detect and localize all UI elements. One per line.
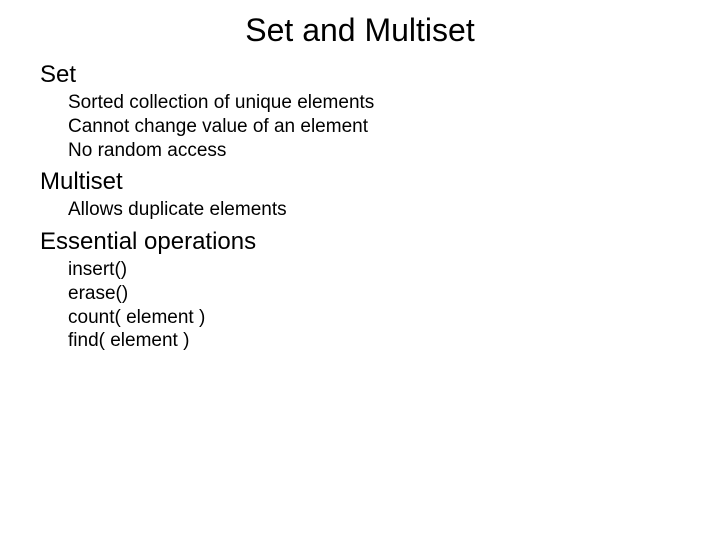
- slide-title: Set and Multiset: [0, 0, 720, 59]
- heading-set: Set: [40, 61, 720, 89]
- list-item: find( element ): [68, 329, 720, 353]
- multiset-items: Allows duplicate elements: [40, 198, 720, 222]
- ops-items: insert() erase() count( element ) find( …: [40, 258, 720, 353]
- heading-multiset: Multiset: [40, 168, 720, 196]
- list-item: insert(): [68, 258, 720, 282]
- set-items: Sorted collection of unique elements Can…: [40, 91, 720, 162]
- list-item: Sorted collection of unique elements: [68, 91, 720, 115]
- list-item: No random access: [68, 139, 720, 163]
- heading-ops: Essential operations: [40, 228, 720, 256]
- list-item: Allows duplicate elements: [68, 198, 720, 222]
- slide-body: Set Sorted collection of unique elements…: [0, 61, 720, 353]
- list-item: count( element ): [68, 306, 720, 330]
- list-item: erase(): [68, 282, 720, 306]
- list-item: Cannot change value of an element: [68, 115, 720, 139]
- slide: Set and Multiset Set Sorted collection o…: [0, 0, 720, 540]
